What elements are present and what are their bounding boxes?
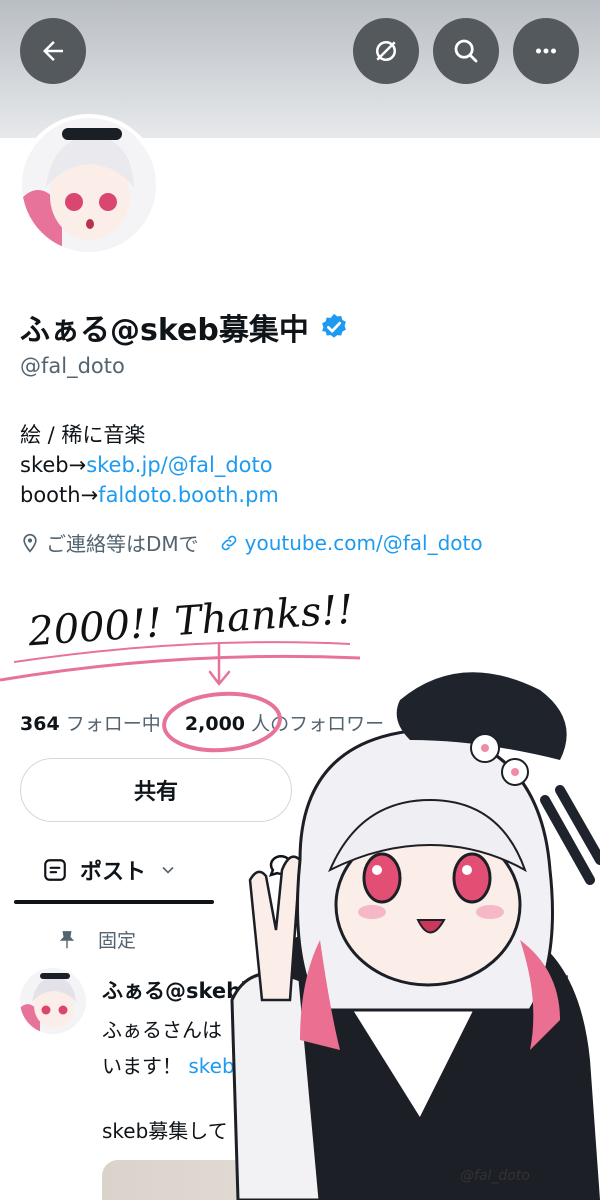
post-text: ふぁるさんは います！ skeb.jp [102,1012,572,1084]
search-button[interactable] [433,18,499,84]
display-name-text: ふぁる@skeb募集中 [20,313,309,348]
post-avatar[interactable] [20,968,86,1034]
grok-slash-icon [376,41,396,61]
post-avatar-illustration [20,968,86,1034]
skeb-link[interactable]: skeb.jp/@fal_doto [86,453,272,477]
profile-avatar[interactable] [18,114,160,256]
posts-icon [44,859,66,881]
followers-stat[interactable]: 2,000 人のフォロワー [185,713,384,735]
tab-posts-label: ポスト [80,860,147,885]
back-button[interactable] [20,18,86,84]
artist-signature: @fal_doto [460,1168,530,1184]
bio-line: 絵 / 稀に音楽 [20,423,146,447]
arrow-left-icon [43,41,63,61]
bio-line: skeb→skeb.jp/@fal_doto [20,450,279,480]
avatar-illustration [22,118,156,252]
search-icon [454,39,478,63]
more-button[interactable] [513,18,579,84]
chat-bubble-icon[interactable] [266,850,296,880]
post-more-icon[interactable]: ⋮ [556,972,578,997]
post-text-part1: ふぁるさんは [102,1018,222,1042]
verified-badge-icon[interactable] [319,312,349,342]
follow-stats: 364 フォロー中 2,000 人のフォロワー [20,709,384,736]
post-link[interactable]: skeb.jp [188,1054,259,1078]
followers-count: 2,000 [184,713,246,735]
bio-prefix: booth→ [20,483,99,507]
bio-prefix: skeb→ [20,453,87,477]
bio-line: booth→faldoto.booth.pm [20,480,279,510]
more-icon [536,48,556,54]
pinned-label: 固定 [98,930,137,952]
location-icon [23,533,37,553]
pink-underline-stroke [0,654,361,682]
chevron-down-icon [162,866,174,874]
website-link[interactable]: youtube.com/@fal_doto [245,531,483,555]
grok-button[interactable] [353,18,419,84]
pinned-indicator: 固定 [56,926,136,953]
location-text: ご連絡等はDMで [46,532,199,556]
link-icon [221,535,237,550]
profile-bio: 絵 / 稀に音楽 skeb→skeb.jp/@fal_doto booth→fa… [20,420,279,510]
pin-icon [59,930,75,948]
profile-handle: @fal_doto [20,354,125,378]
handwritten-thanks: 2000!! Thanks!! [26,586,355,656]
tab-posts[interactable]: ポスト [14,838,214,902]
following-label: フォロー中 [65,713,161,735]
tab-active-indicator [14,900,214,904]
profile-meta: ご連絡等はDMで youtube.com/@fal_doto [20,528,483,557]
followers-label: 人のフォロワー [251,713,385,735]
display-name: ふぁる@skeb募集中 [20,305,349,349]
post-author[interactable]: ふぁる@skeb募集中 [102,975,304,1005]
booth-link[interactable]: faldoto.booth.pm [98,483,279,507]
following-count: 364 [20,713,60,735]
post-text-line: skeb募集して [102,1119,228,1143]
pink-arrow [208,643,231,687]
post-text-part2: います！ [102,1054,182,1078]
following-stat[interactable]: 364 フォロー中 [20,713,161,735]
character-illustration [230,672,600,1200]
share-button[interactable]: 共有 [20,758,292,822]
